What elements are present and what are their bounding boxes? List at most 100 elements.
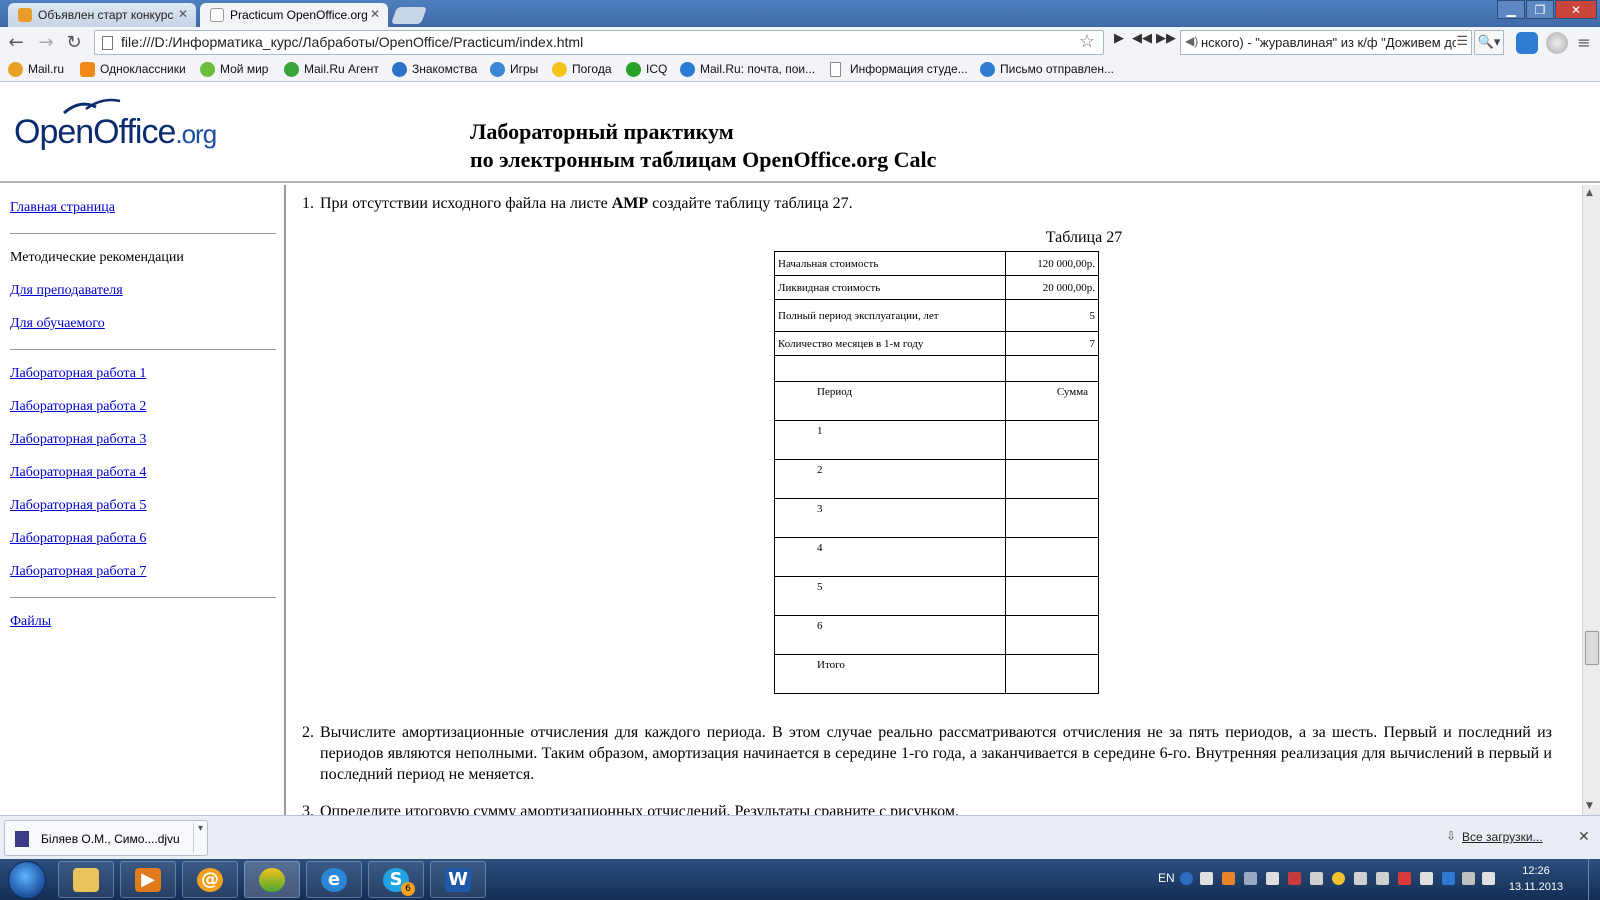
- download-item[interactable]: Біляев О.М., Симо....djvu ▾: [4, 820, 208, 856]
- tray-icon[interactable]: [1288, 872, 1301, 885]
- bookmark-item[interactable]: Mail.ru: [8, 62, 64, 77]
- sidebar-link-lab-6[interactable]: Лабораторная работа 6: [10, 531, 146, 547]
- media-player-track[interactable]: ◀) нского) - "журавлиная" из к/ф "Доживе…: [1180, 30, 1472, 55]
- close-download-bar-icon[interactable]: ✕: [1578, 828, 1590, 845]
- page-title-line1: Лабораторный практикум: [470, 119, 734, 144]
- bookmark-star-icon[interactable]: ☆: [1079, 31, 1095, 52]
- bookmark-item[interactable]: Информация студе...: [830, 62, 968, 77]
- maximize-button[interactable]: ❐: [1526, 0, 1554, 19]
- show-desktop-button[interactable]: [1588, 859, 1600, 900]
- taskbar-explorer[interactable]: [58, 861, 114, 898]
- bookmark-item[interactable]: Одноклассники: [80, 62, 186, 77]
- play-button[interactable]: ▶: [1114, 31, 1124, 46]
- start-button[interactable]: [8, 861, 46, 899]
- vertical-scrollbar[interactable]: ▲ ▼: [1582, 185, 1600, 815]
- close-tab-icon[interactable]: ✕: [370, 7, 380, 21]
- table-cell-value: 120 000,00р.: [1005, 251, 1099, 276]
- my-world-icon: [200, 62, 215, 77]
- tray-icon[interactable]: [1332, 872, 1345, 885]
- tab-active[interactable]: Practicum OpenOffice.org ✕: [200, 3, 388, 27]
- clock-date: 13.11.2013: [1508, 881, 1564, 893]
- period-cell: 3: [774, 498, 1006, 538]
- search-button[interactable]: 🔍▾: [1474, 30, 1504, 55]
- weather-icon: [552, 62, 567, 77]
- sidebar-link-lab-5[interactable]: Лабораторная работа 5: [10, 498, 146, 514]
- extension-icon[interactable]: [1546, 32, 1568, 54]
- taskbar-browser[interactable]: [244, 861, 300, 898]
- reload-button[interactable]: ↻: [62, 31, 86, 55]
- table-cell-label: Начальная стоимость: [774, 251, 1006, 276]
- address-bar[interactable]: file:///D:/Информатика_курс/Лабработы/Op…: [94, 30, 1104, 55]
- flag-icon[interactable]: [1266, 872, 1279, 885]
- taskbar-internet-explorer[interactable]: e: [306, 861, 362, 898]
- bookmark-item[interactable]: Mail.Ru: почта, пои...: [680, 62, 816, 77]
- scroll-up-icon[interactable]: ▲: [1586, 188, 1593, 198]
- bookmark-item[interactable]: Погода: [552, 62, 612, 77]
- bookmark-label: Mail.Ru: почта, пои...: [700, 62, 816, 76]
- new-tab-button[interactable]: [390, 7, 428, 24]
- bookmark-item[interactable]: Игры: [490, 62, 538, 77]
- taskbar-mail-agent[interactable]: @: [182, 861, 238, 898]
- show-all-downloads-link[interactable]: Все загрузки...: [1462, 830, 1543, 844]
- table-cell-value: 20 000,00р.: [1005, 275, 1099, 300]
- sheet-name: АМР: [611, 195, 649, 212]
- forward-button[interactable]: →: [34, 31, 58, 55]
- period-cell: 4: [774, 537, 1006, 577]
- column-header-period: Период: [774, 381, 1006, 421]
- back-button[interactable]: ←: [4, 31, 28, 55]
- mail-extension-icon[interactable]: [1516, 32, 1538, 54]
- tray-icon[interactable]: [1398, 872, 1411, 885]
- sidebar-link-home[interactable]: Главная страница: [10, 200, 115, 216]
- taskbar-media-player[interactable]: ▶: [120, 861, 176, 898]
- menu-icon[interactable]: ☰: [1456, 33, 1468, 49]
- odnoklassniki-icon: [80, 62, 95, 77]
- close-tab-icon[interactable]: ✕: [178, 7, 188, 21]
- tray-icon[interactable]: [1200, 872, 1213, 885]
- sidebar-link-files[interactable]: Файлы: [10, 614, 51, 630]
- speaker-icon[interactable]: [1482, 872, 1495, 885]
- taskbar-skype[interactable]: S 6: [368, 861, 424, 898]
- system-clock[interactable]: 12:26 13.11.2013: [1506, 863, 1566, 895]
- language-indicator[interactable]: EN: [1158, 871, 1175, 885]
- sidebar-link-teacher[interactable]: Для преподавателя: [10, 283, 123, 299]
- icq-flower-icon: [626, 62, 641, 77]
- sidebar-link-lab-2[interactable]: Лабораторная работа 2: [10, 399, 146, 415]
- scroll-thumb[interactable]: [1585, 631, 1599, 665]
- tray-icon[interactable]: [1376, 872, 1389, 885]
- sidebar-link-lab-4[interactable]: Лабораторная работа 4: [10, 465, 146, 481]
- help-icon[interactable]: [1180, 872, 1193, 885]
- wrench-menu-icon[interactable]: ≡: [1572, 31, 1596, 55]
- mail-agent-tray-icon[interactable]: [1442, 872, 1455, 885]
- table-header-row: Период Сумма: [774, 381, 1099, 421]
- mail-icon: [980, 62, 995, 77]
- sidebar-link-student[interactable]: Для обучаемого: [10, 316, 105, 332]
- scroll-down-icon[interactable]: ▼: [1586, 801, 1593, 811]
- table-row-total: Итого: [774, 654, 1099, 694]
- tray-icon[interactable]: [1222, 872, 1235, 885]
- bookmark-item[interactable]: Мой мир: [200, 62, 268, 77]
- sum-cell: [1005, 537, 1099, 577]
- close-window-button[interactable]: ✕: [1555, 0, 1597, 19]
- next-track-button[interactable]: ▶▶: [1156, 31, 1176, 46]
- tray-icon[interactable]: [1354, 872, 1367, 885]
- page-title: Лабораторный практикум по электронным та…: [470, 118, 936, 174]
- previous-track-button[interactable]: ◀◀: [1132, 31, 1152, 46]
- bookmark-item[interactable]: Mail.Ru Агент: [284, 62, 379, 77]
- tab-inactive[interactable]: Объявлен старт конкурс ✕: [8, 3, 196, 27]
- network-icon[interactable]: [1462, 872, 1475, 885]
- minimize-button[interactable]: ▁: [1497, 0, 1525, 19]
- bluetooth-icon[interactable]: [1244, 872, 1257, 885]
- taskbar-word[interactable]: W: [430, 861, 486, 898]
- chevron-down-icon[interactable]: ▾: [192, 823, 203, 853]
- sidebar-link-lab-7[interactable]: Лабораторная работа 7: [10, 564, 146, 580]
- sidebar-link-lab-1[interactable]: Лабораторная работа 1: [10, 366, 146, 382]
- bookmark-item[interactable]: ICQ: [626, 62, 667, 77]
- amortization-table: Начальная стоимость 120 000,00р. Ликвидн…: [774, 251, 1099, 694]
- sidebar-link-lab-3[interactable]: Лабораторная работа 3: [10, 432, 146, 448]
- bookmark-item[interactable]: Знакомства: [392, 62, 477, 77]
- tray-icon[interactable]: [1420, 872, 1433, 885]
- tray-icon[interactable]: [1310, 872, 1323, 885]
- bookmark-item[interactable]: Письмо отправлен...: [980, 62, 1114, 77]
- table-row: 3: [774, 498, 1099, 538]
- page-icon: [830, 62, 841, 77]
